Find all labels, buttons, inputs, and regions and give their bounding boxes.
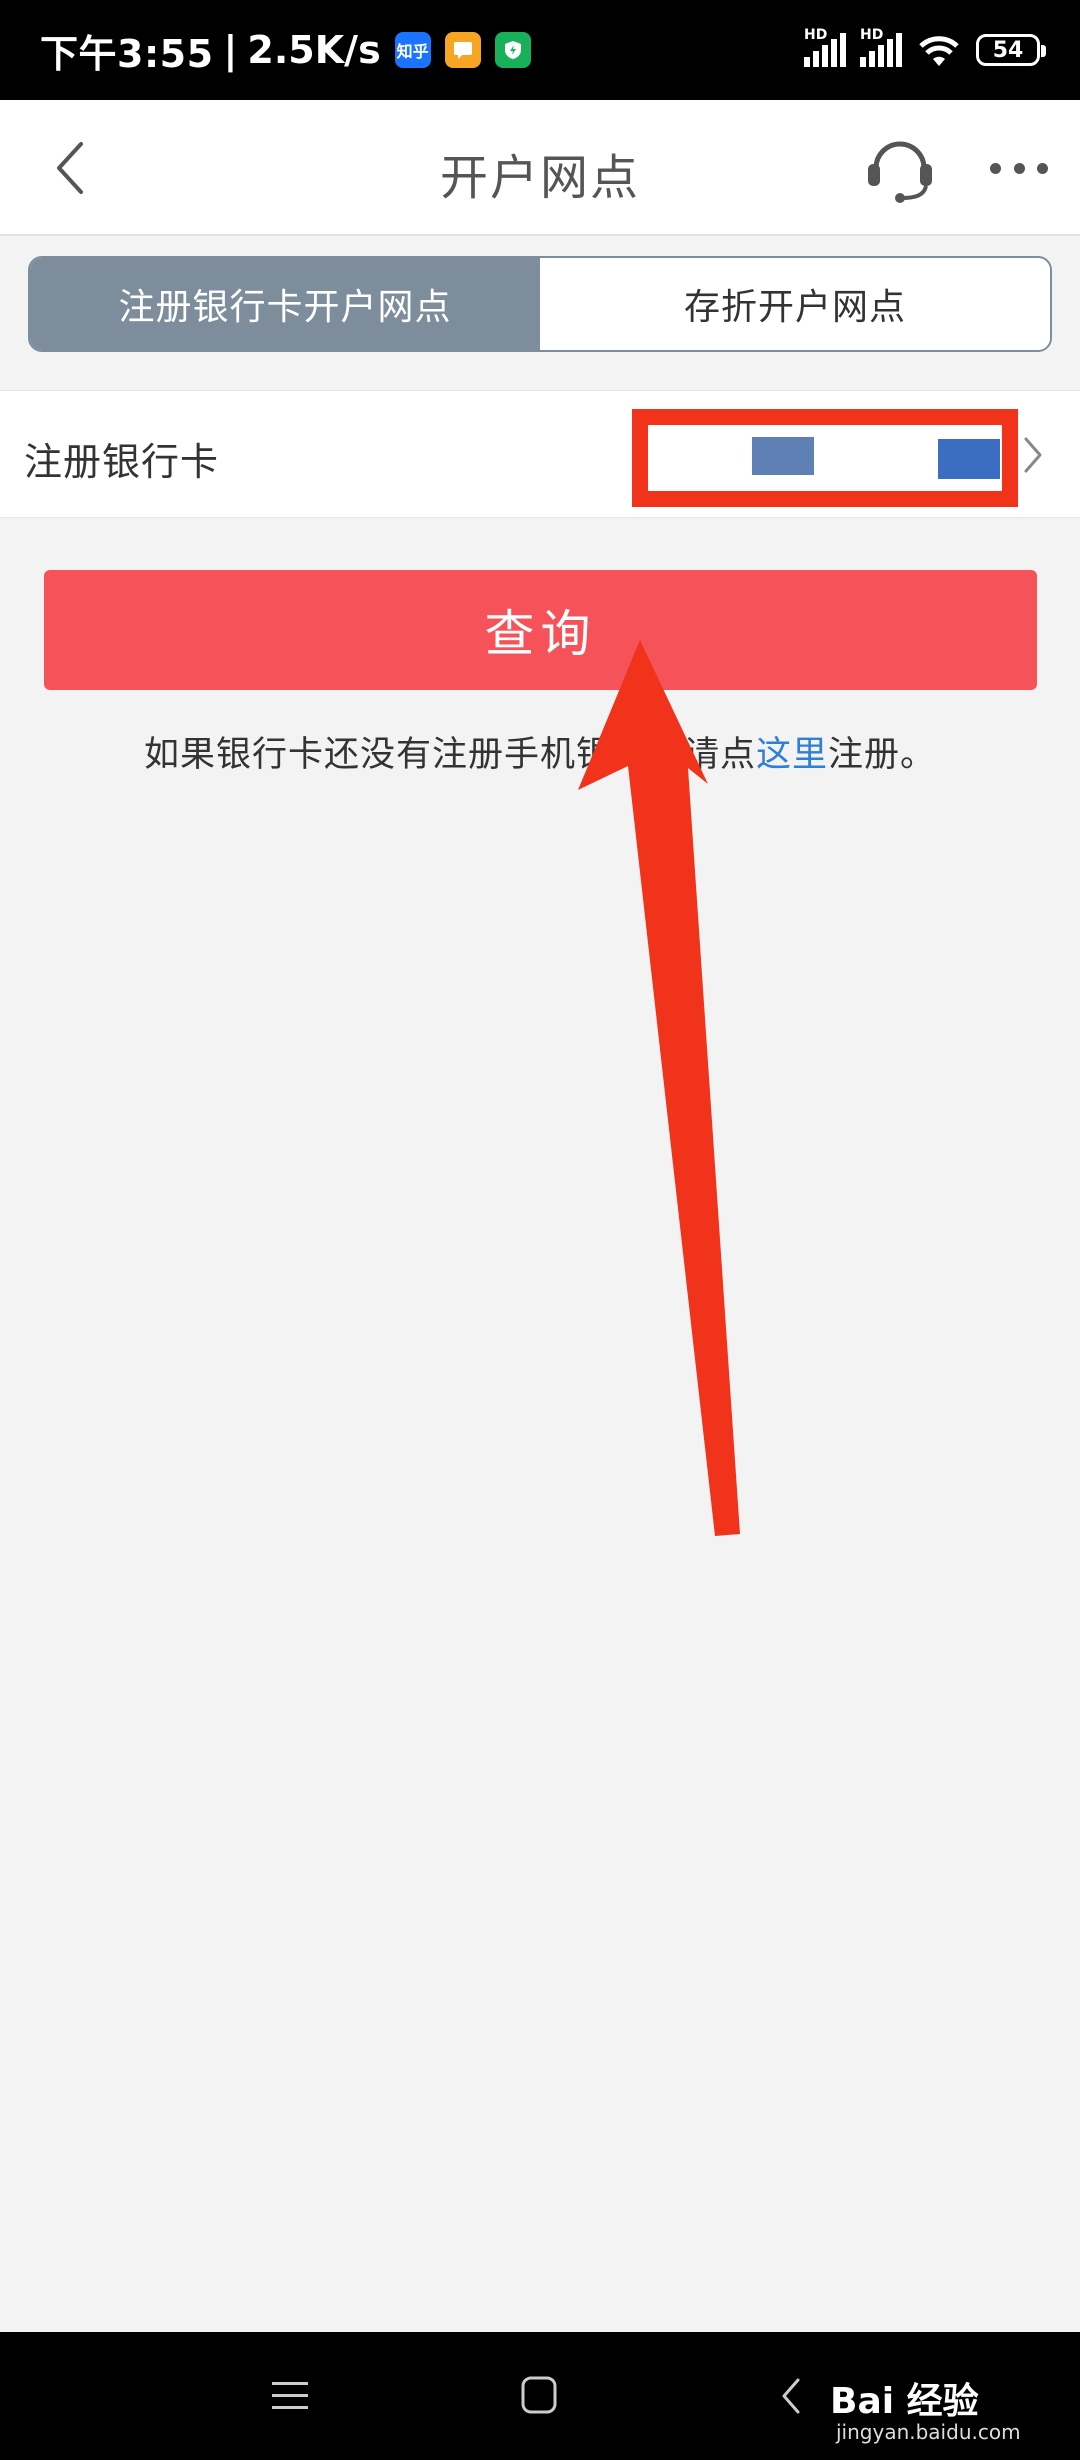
query-button[interactable]: 查询	[44, 570, 1037, 690]
hd-label: HD	[860, 27, 884, 43]
tab-bar: 注册银行卡开户网点 存折开户网点	[28, 256, 1052, 352]
watermark-url: jingyan.baidu.com	[836, 2420, 1021, 2444]
redacted-card-number	[938, 439, 1000, 479]
battery-icon: 54	[976, 34, 1046, 66]
headset-icon	[868, 141, 932, 203]
status-time: 下午3:55	[40, 31, 214, 76]
hint-text: 如果银行卡还没有注册手机银行，请点	[143, 735, 756, 775]
message-icon	[444, 32, 481, 68]
signal-icon: HD	[804, 27, 846, 67]
tab-registered-card-outlets[interactable]: 注册银行卡开户网点	[30, 258, 540, 350]
annotation-highlight-box	[632, 409, 1018, 507]
battery-level: 54	[992, 37, 1024, 63]
menu-icon[interactable]	[270, 2376, 310, 2416]
redacted-card-number	[752, 437, 814, 475]
dot-icon	[990, 162, 1001, 174]
dot-icon	[1013, 162, 1025, 174]
watermark-logo: Bai 经验	[830, 2381, 979, 2422]
register-link[interactable]: 这里	[756, 735, 828, 775]
card-label: 注册银行卡	[24, 440, 220, 484]
zhihu-icon: 知乎	[394, 32, 431, 68]
hint-text-end: 注册。	[828, 735, 937, 775]
status-bar: 下午3:55 | 2.5K/s 知乎 HD HD 54	[0, 0, 1080, 100]
chevron-right-icon	[1024, 437, 1042, 473]
more-button[interactable]	[984, 148, 1054, 188]
customer-service-button[interactable]	[862, 128, 938, 204]
wifi-icon	[919, 36, 959, 66]
tab-passbook-outlets[interactable]: 存折开户网点	[540, 258, 1050, 350]
register-hint: 如果银行卡还没有注册手机银行，请点这里注册。	[0, 726, 1080, 777]
shield-icon	[494, 32, 531, 68]
dot-icon	[1037, 162, 1048, 174]
annotation-arrow	[578, 640, 740, 1536]
home-icon[interactable]	[520, 2374, 558, 2416]
network-speed: 2.5K/s	[247, 28, 381, 72]
signal-icon: HD	[860, 27, 902, 67]
status-separator: |	[223, 28, 238, 72]
card-select-row[interactable]: 注册银行卡	[0, 390, 1080, 518]
system-nav-bar: Bai 经验 jingyan.baidu.com	[0, 2332, 1080, 2460]
back-nav-icon[interactable]	[776, 2374, 806, 2418]
header: 开户网点	[0, 100, 1080, 236]
hd-label: HD	[804, 27, 828, 43]
